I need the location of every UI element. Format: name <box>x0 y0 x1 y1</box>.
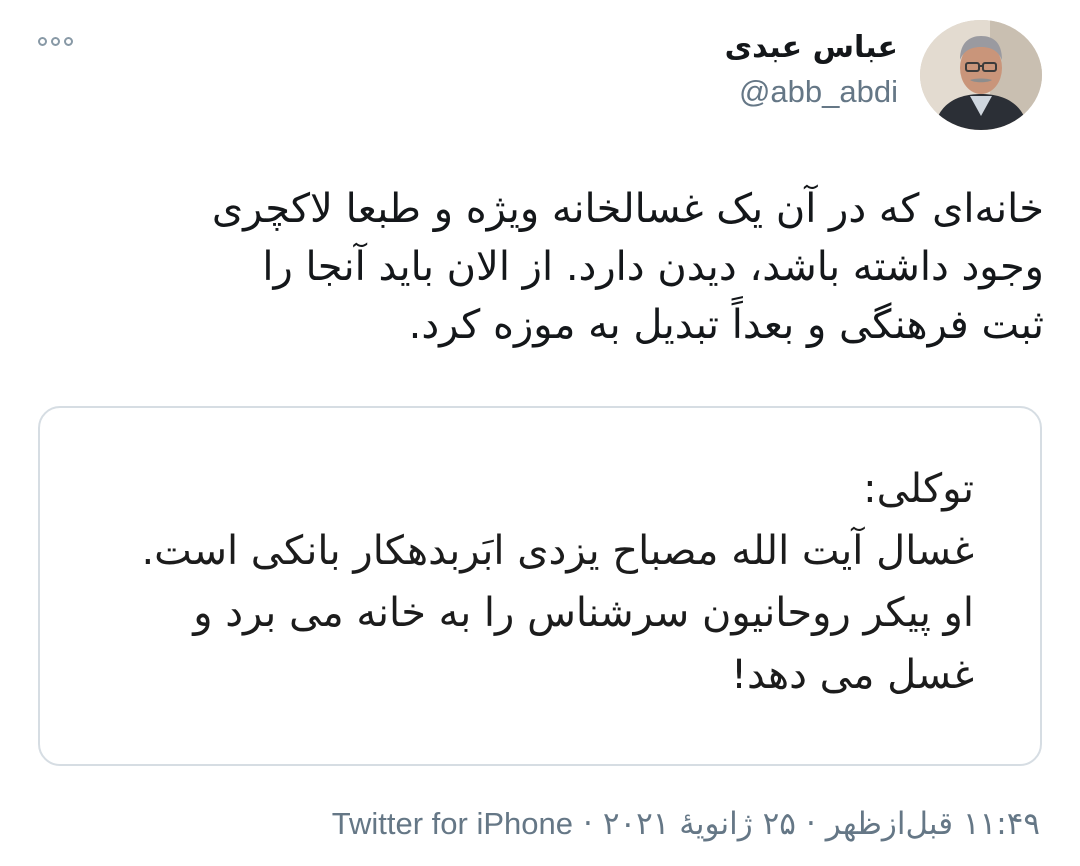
quoted-text-line: غسال آیت الله مصباح یزدی ابَربدهکار بانک… <box>141 528 974 574</box>
quoted-text: توکلی: غسال آیت الله مصباح یزدی ابَربدهک… <box>141 458 974 706</box>
author-display-name[interactable]: عباس عبدی <box>725 30 898 65</box>
quoted-text-line: او پیکر روحانیون سرشناس را به خانه می بر… <box>193 590 974 636</box>
author-handle[interactable]: @abb_abdi <box>739 74 898 110</box>
avatar-image <box>920 20 1042 130</box>
meta-separator: · <box>582 806 593 842</box>
tweet-text-line: خانه‌ای که در آن یک غسالخانه ویژه و طبعا… <box>211 186 1044 232</box>
quoted-text-line: غسل می دهد! <box>730 652 974 698</box>
quoted-text-line: توکلی: <box>863 466 974 512</box>
avatar[interactable] <box>920 20 1042 130</box>
tweet-time[interactable]: ۱۱:۴۹ قبل‌ازظهر <box>826 806 1040 842</box>
tweet-text-line: ثبت فرهنگی و بعداً تبدیل به موزه کرد. <box>408 302 1044 348</box>
tweet-text-line: وجود داشته باشد، دیدن دارد. از الان باید… <box>262 244 1044 290</box>
more-options-icon[interactable] <box>38 34 82 48</box>
quoted-content-card[interactable]: توکلی: غسال آیت الله مصباح یزدی ابَربدهک… <box>38 406 1042 766</box>
meta-separator: · <box>805 806 816 842</box>
tweet-date[interactable]: ۲۵ ژانویهٔ ۲۰۲۱ <box>603 806 796 842</box>
tweet-source[interactable]: Twitter for iPhone <box>332 806 573 841</box>
tweet-text: خانه‌ای که در آن یک غسالخانه ویژه و طبعا… <box>36 180 1044 354</box>
tweet-metadata: ۱۱:۴۹ قبل‌ازظهر·۲۵ ژانویهٔ ۲۰۲۱·Twitter … <box>332 806 1040 842</box>
